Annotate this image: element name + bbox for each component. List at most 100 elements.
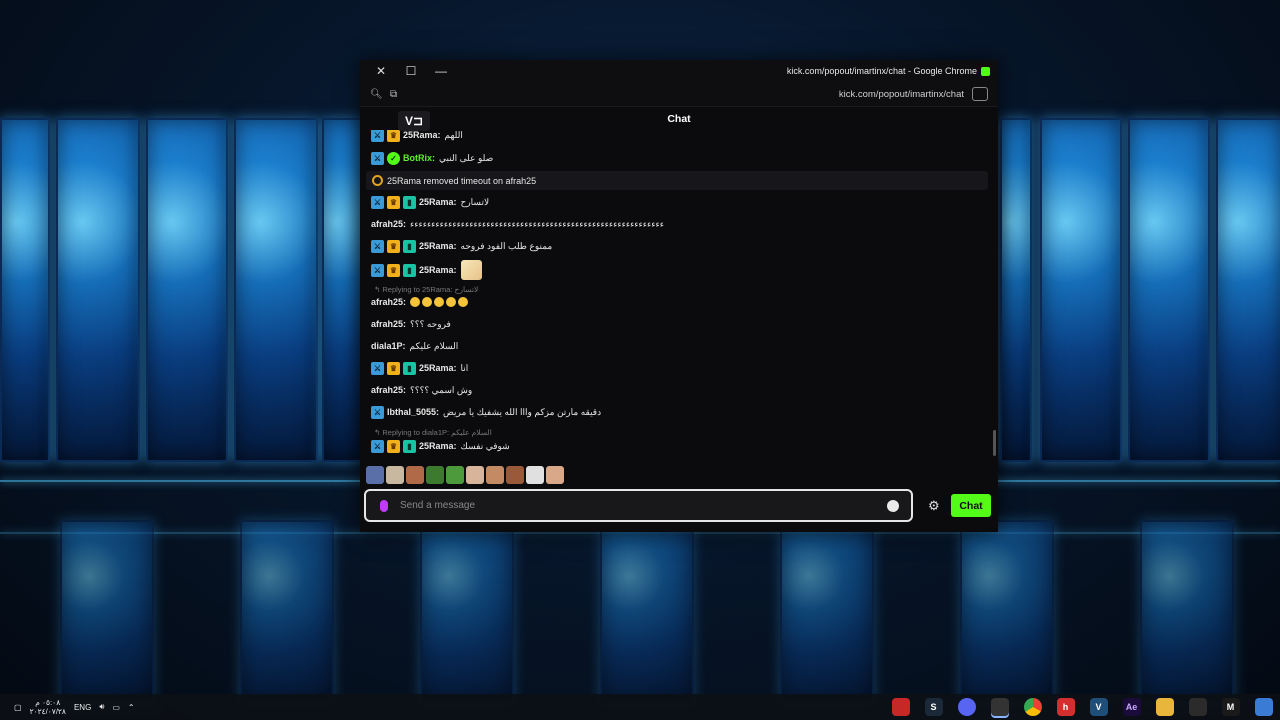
chat-message: afrah25: فروحه ؟؟؟ — [371, 316, 451, 332]
emoji-picker-icon[interactable] — [887, 499, 899, 512]
channel-logo: V⊐ — [398, 111, 430, 131]
microphone-icon[interactable] — [380, 499, 388, 512]
emote-button[interactable] — [506, 466, 524, 484]
crown-badge-icon: ♛ — [387, 195, 400, 209]
language-indicator[interactable]: ENG — [74, 703, 91, 712]
emote-button[interactable] — [546, 466, 564, 484]
network-icon[interactable]: ▭ — [112, 703, 120, 712]
app-icon[interactable] — [891, 698, 910, 716]
chrome-icon[interactable] — [1023, 698, 1042, 716]
quick-emote-bar — [366, 466, 564, 486]
translate-icon[interactable]: ⧉ — [390, 89, 410, 100]
app-icon[interactable]: M — [1221, 698, 1240, 716]
address-bar: 🔍︎ ⧉ kick.com/popout/imartinx/chat — [360, 82, 998, 107]
chat-username[interactable]: Ibthal_5055: — [387, 407, 439, 417]
close-icon[interactable]: ✕ — [366, 60, 396, 82]
emote-button[interactable] — [426, 466, 444, 484]
moderator-badge-icon: ⚔ — [371, 361, 384, 375]
after-effects-icon[interactable]: Ae — [1122, 698, 1141, 716]
message-input-box[interactable] — [364, 489, 913, 522]
crown-badge-icon: ♛ — [387, 439, 400, 453]
clock-date: ٢٠٢٤/٠٧/٢٨ — [29, 707, 66, 716]
crying-emoji — [446, 297, 457, 307]
chat-text: السلام عليكم — [409, 340, 459, 351]
crown-badge-icon: ♛ — [387, 130, 400, 142]
reply-arrow-icon: ↰ — [374, 427, 383, 437]
reply-context[interactable]: ↰ Replying to 25Rama: لاتسارح — [374, 284, 478, 294]
pinned-apps: S h V Ae M — [884, 694, 1280, 720]
zoom-icon[interactable]: 🔍︎ — [370, 89, 390, 100]
emote-button[interactable] — [526, 466, 544, 484]
chat-username[interactable]: BotRix: — [403, 153, 435, 163]
emote-button[interactable] — [406, 466, 424, 484]
chrome-popup-window: ✕ ☐ — kick.com/popout/imartinx/chat - Go… — [360, 60, 998, 532]
chat-title: Chat — [667, 113, 691, 125]
crown-badge-icon: ♛ — [387, 263, 400, 277]
chat-username[interactable]: 25Rama: — [419, 441, 457, 451]
chat-username[interactable]: afrah25: — [371, 319, 406, 329]
chat-message: ⚔ Ibthal_5055: دقيقه مارتن مزكم وااا الل… — [371, 404, 601, 420]
reply-arrow-icon: ↰ — [374, 284, 383, 294]
obs-icon[interactable] — [990, 698, 1009, 716]
chat-message: ⚔ ♛ ▮ 25Rama: ممنوع طلب الفود فروحه — [371, 238, 552, 254]
chat-text: وش اسمي ؟؟؟؟ — [410, 384, 473, 395]
chat-username[interactable]: diala1P: — [371, 341, 406, 351]
chat-username[interactable]: 25Rama: — [419, 265, 457, 275]
chat-username[interactable]: afrah25: — [371, 297, 406, 307]
crown-badge-icon: ♛ — [387, 361, 400, 375]
site-settings-icon[interactable] — [972, 87, 988, 101]
discord-icon[interactable] — [957, 698, 976, 716]
timeout-icon — [372, 175, 383, 186]
verified-badge-icon: ✓ — [387, 151, 400, 165]
sticker-emote — [460, 260, 482, 280]
chat-username[interactable]: 25Rama: — [419, 241, 457, 251]
chat-message: ⚔ ♛ 25Rama: اللهم — [371, 130, 463, 143]
emote-button[interactable] — [446, 466, 464, 484]
title-bar: ✕ ☐ — kick.com/popout/imartinx/chat - Go… — [360, 60, 998, 82]
notification-icon[interactable]: ▢ — [14, 703, 22, 712]
emote-button[interactable] — [386, 466, 404, 484]
chat-text: انا — [460, 362, 469, 373]
minimize-icon[interactable]: — — [426, 60, 456, 82]
folder-icon[interactable] — [1155, 698, 1174, 716]
chat-username[interactable]: 25Rama: — [419, 197, 457, 207]
chat-text: لاتسارح — [460, 196, 490, 207]
chat-username[interactable]: afrah25: — [371, 385, 406, 395]
chat-header: V⊐ Chat — [360, 107, 998, 131]
chat-scrollbar[interactable] — [993, 430, 996, 456]
moderator-badge-icon: ⚔ — [371, 130, 384, 142]
crying-emoji — [410, 297, 421, 307]
gear-icon[interactable]: ⚙ — [928, 498, 940, 514]
chat-message: ⚔ ♛ ▮ 25Rama: انا — [371, 360, 468, 376]
chevron-up-icon[interactable]: ⌃ — [128, 703, 135, 712]
steam-icon[interactable]: S — [924, 698, 943, 716]
moderator-badge-icon: ⚔ — [371, 263, 384, 277]
emote-button[interactable] — [486, 466, 504, 484]
chat-text: ممنوع طلب الفود فروحه — [460, 240, 553, 251]
windows-start-icon[interactable] — [1254, 698, 1273, 716]
vegas-icon[interactable]: V — [1089, 698, 1108, 716]
subscriber-badge-icon: ▮ — [403, 263, 416, 277]
chat-username[interactable]: 25Rama: — [403, 130, 441, 140]
crown-badge-icon: ♛ — [387, 239, 400, 253]
url-text[interactable]: kick.com/popout/imartinx/chat — [839, 89, 964, 100]
reply-context[interactable]: ↰ Replying to diala1P: السلام عليكم — [374, 427, 492, 437]
maximize-icon[interactable]: ☐ — [396, 60, 426, 82]
moderator-badge-icon: ⚔ — [371, 405, 384, 419]
subscriber-badge-icon: ▮ — [403, 239, 416, 253]
clock[interactable]: ٠٥:٠٨ م ٢٠٢٤/٠٧/٢٨ — [30, 698, 66, 716]
chat-text: ءءءءءءءءءءءءءءءءءءءءءءءءءءءءءءءءءءءءءءءء… — [410, 218, 664, 229]
crying-emoji — [434, 297, 445, 307]
chat-message: afrah25: ءءءءءءءءءءءءءءءءءءءءءءءءءءءءءءء… — [371, 216, 664, 232]
chat-username[interactable]: 25Rama: — [419, 363, 457, 373]
emote-button[interactable] — [366, 466, 384, 484]
message-input[interactable] — [398, 499, 887, 512]
volume-icon[interactable]: 🔊︎ — [99, 702, 104, 712]
app-icon[interactable]: h — [1056, 698, 1075, 716]
chat-username[interactable]: afrah25: — [371, 219, 406, 229]
system-tray: ▢ ٠٥:٠٨ م ٢٠٢٤/٠٧/٢٨ ENG 🔊︎ ▭ ⌃ — [14, 698, 143, 716]
emote-button[interactable] — [466, 466, 484, 484]
store-icon[interactable] — [1188, 698, 1207, 716]
send-chat-button[interactable]: Chat — [951, 494, 991, 517]
moderator-badge-icon: ⚔ — [371, 151, 384, 165]
